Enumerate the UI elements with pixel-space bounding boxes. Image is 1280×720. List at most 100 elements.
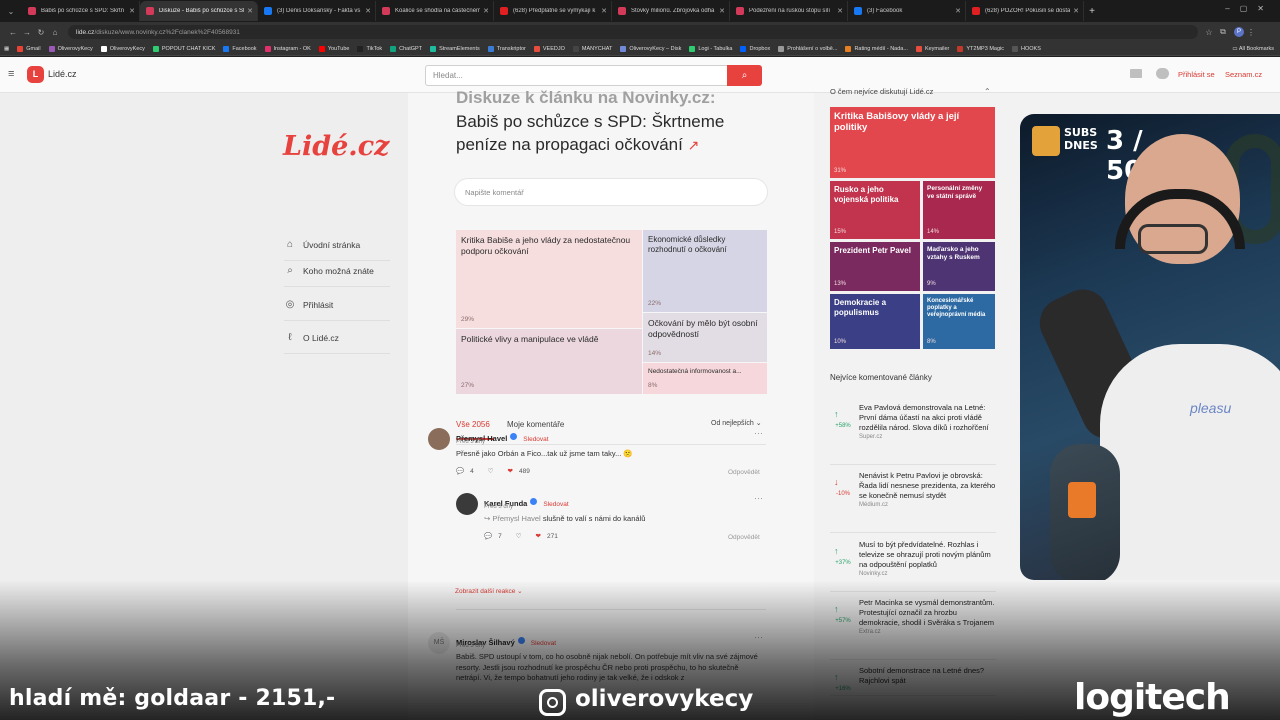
trending-topic-tile[interactable]: Maďarsko a jeho vztahy s Ruskem 9% [923, 242, 995, 291]
new-tab-button[interactable]: + [1084, 6, 1100, 17]
browser-tab[interactable]: (3) Denis Doksanský - Fakta vs ✕ [258, 1, 376, 21]
tab-search-icon[interactable]: ⌄ [0, 7, 22, 16]
tab-close-icon[interactable]: ✕ [483, 7, 489, 15]
window-controls[interactable]: –▢✕ [1225, 4, 1274, 13]
chat-icon[interactable] [1156, 68, 1169, 79]
avatar[interactable] [456, 493, 478, 515]
tab-close-icon[interactable]: ✕ [601, 7, 607, 15]
browser-tab[interactable]: Babiš po schůzce s SPD: Škrtn ✕ [22, 1, 140, 21]
bookmark-item[interactable]: TikTok [357, 45, 382, 52]
nav-item[interactable]: ◎ Přihlásit [284, 299, 390, 321]
bookmark-item[interactable]: ChatGPT [390, 45, 422, 52]
browser-tab[interactable]: Stovky milionů. Zbrojovka odha ✕ [612, 1, 730, 21]
collapse-icon[interactable]: ⌃ [984, 87, 991, 96]
topic-tile[interactable]: Očkování by mělo být osobní odpovědností… [643, 313, 767, 362]
bookmark-item[interactable]: Dropbox [740, 45, 770, 52]
more-options-icon[interactable]: ⋯ [754, 493, 763, 504]
bookmark-item[interactable]: Logi - Tabulka [689, 45, 732, 52]
bookmark-item[interactable]: Instagram - OK [264, 45, 311, 52]
reply-button[interactable]: Odpovědět [728, 469, 760, 476]
topic-tile[interactable]: Ekonomické důsledky rozhodnutí o očkován… [643, 230, 767, 312]
menu-icon[interactable]: ⋮ [1244, 28, 1258, 37]
reply-button[interactable]: Odpovědět [728, 534, 760, 541]
like-icon[interactable]: ♡ [488, 467, 494, 475]
seznam-link[interactable]: Seznam.cz [1225, 70, 1262, 79]
nav-item[interactable]: ℓ O Lidé.cz [284, 332, 390, 354]
profile-avatar[interactable]: P [1234, 27, 1244, 37]
follow-button[interactable]: Sledovat [523, 436, 548, 443]
trending-article[interactable]: ↓ -10% Nenávist k Petru Pavlovi je obrovsk… [830, 471, 996, 533]
external-link-icon[interactable]: ↗ [688, 137, 700, 153]
all-bookmarks[interactable]: ▭ All Bookmarks [1232, 46, 1274, 52]
bookmark-item[interactable]: YouTube [318, 45, 349, 52]
bookmark-item[interactable]: StreamElements [430, 45, 480, 52]
bookmark-item[interactable]: POPOUT CHAT KICK [152, 45, 215, 52]
site-logo-text[interactable]: Lidé.cz [48, 69, 77, 79]
article-title[interactable]: Babiš po schůzce s SPD: Škrtneme peníze … [456, 111, 776, 156]
forward-icon[interactable]: → [20, 28, 34, 37]
mail-icon[interactable] [1130, 69, 1142, 78]
comment-input[interactable]: Napište komentář [454, 178, 768, 206]
bookmark-item[interactable]: YT2MP3 Magic [957, 45, 1004, 52]
big-logo[interactable]: Lidé.cz [283, 131, 389, 162]
reply-count-icon[interactable]: 💬 [484, 532, 492, 540]
bookmark-item[interactable]: Prohlášení o volbě... [778, 45, 837, 52]
login-link[interactable]: Přihlásit se [1178, 70, 1215, 79]
bookmark-star-icon[interactable]: ☆ [1202, 28, 1216, 37]
browser-tab[interactable]: Koalice se shodla na částečném ✕ [376, 1, 494, 21]
bookmark-item[interactable]: OliverovyKecy – Disk [620, 45, 681, 52]
tab-close-icon[interactable]: ✕ [955, 7, 961, 15]
bookmark-item[interactable]: Keymailer [915, 45, 949, 52]
topic-tile[interactable]: Nedostatečná informovanost a... 8% [643, 363, 767, 394]
bookmark-item[interactable]: HOOKS [1012, 45, 1041, 52]
bookmark-item[interactable]: OliverovyKecy [100, 45, 145, 52]
url-bar[interactable]: lide.cz/diskuze/www.novinky.cz%2Fclanek%… [68, 25, 1198, 39]
search-button[interactable]: ⌕ [727, 65, 762, 86]
follow-button[interactable]: Sledovat [543, 501, 568, 508]
verified-icon [530, 498, 538, 506]
browser-tab[interactable]: Podezření na ruskou stopu sílí ✕ [730, 1, 848, 21]
bookmark-item[interactable]: OliverovyKecy [48, 45, 93, 52]
more-options-icon[interactable]: ⋯ [754, 428, 763, 439]
bookmark-item[interactable]: Gmail [17, 45, 41, 52]
topic-tile[interactable]: Kritika Babiše a jeho vlády za nedostate… [456, 230, 642, 328]
apps-icon[interactable]: ▦ [4, 46, 9, 52]
extensions-icon[interactable]: ⧉ [1216, 27, 1230, 37]
trending-topic-tile[interactable]: Koncesionářské poplatky a veřejnoprávní … [923, 294, 995, 349]
tab-close-icon[interactable]: ✕ [247, 7, 253, 15]
browser-tab[interactable]: (3) Facebook ✕ [848, 1, 966, 21]
browser-tab[interactable]: (628) Předplatné se vymykají k ✕ [494, 1, 612, 21]
topic-tile[interactable]: Politické vlivy a manipulace ve vládě 27% [456, 329, 642, 394]
bookmark-item[interactable]: VEEDJO [533, 45, 565, 52]
browser-tab[interactable]: Diskuze - Babiš po schůzce s SP ✕ [140, 1, 258, 21]
tab-close-icon[interactable]: ✕ [365, 7, 371, 15]
bookmark-item[interactable]: Transkriptor [487, 45, 526, 52]
home-icon[interactable]: ⌂ [48, 28, 62, 37]
trending-topic-tile[interactable]: Demokracie a populismus 10% [830, 294, 920, 349]
trending-topic-tile[interactable]: Kritika Babišovy vlády a její politiky 31… [830, 107, 995, 178]
reply-count-icon[interactable]: 💬 [456, 467, 464, 475]
nav-item[interactable]: ⌕ Koho možná znáte [284, 265, 390, 287]
lide-logo-icon[interactable]: L [27, 66, 44, 83]
back-icon[interactable]: ← [6, 28, 20, 37]
reload-icon[interactable]: ↻ [34, 28, 48, 37]
sort-dropdown[interactable]: Od nejlepších ⌄ [711, 419, 762, 427]
trending-article[interactable]: ↑ +58% Eva Pavlová demonstrovala na Letné:… [830, 403, 996, 465]
search-input[interactable]: Hledat... [425, 65, 728, 86]
tab-close-icon[interactable]: ✕ [837, 7, 843, 15]
trending-topic-tile[interactable]: Prezident Petr Pavel 13% [830, 242, 920, 291]
nav-item[interactable]: ⌂ Úvodní stránka [284, 239, 390, 261]
bookmark-item[interactable]: MANYCHAT [572, 45, 612, 52]
avatar[interactable] [428, 428, 450, 450]
like-icon[interactable]: ♡ [516, 532, 522, 540]
bookmark-item[interactable]: Facebook [223, 45, 257, 52]
browser-tab[interactable]: (628) POZOR! Pokusili se dostat ✕ [966, 1, 1084, 21]
tab-close-icon[interactable]: ✕ [1073, 7, 1079, 15]
tab-close-icon[interactable]: ✕ [129, 7, 135, 15]
trending-topic-tile[interactable]: Personální změny ve státní správě 14% [923, 181, 995, 239]
trending-topic-tile[interactable]: Rusko a jeho vojenská politika 15% [830, 181, 920, 239]
topic-label: Personální změny ve státní správě [927, 185, 983, 200]
hamburger-icon[interactable]: ≡ [8, 68, 14, 80]
tab-close-icon[interactable]: ✕ [719, 7, 725, 15]
bookmark-item[interactable]: Rating médií - Nada... [845, 45, 908, 52]
